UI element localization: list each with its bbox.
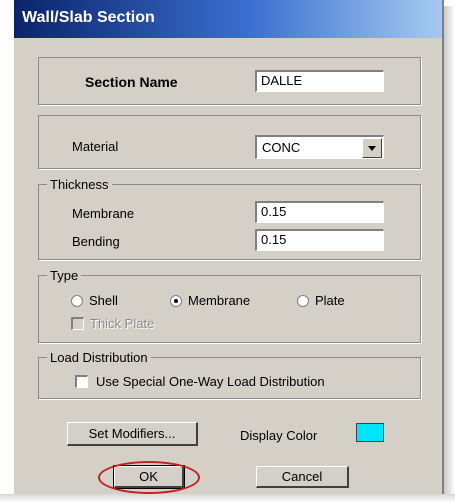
type-group: Type Shell Membrane Plate Thick Plate — [38, 268, 421, 343]
bending-thickness-input[interactable]: 0.15 — [255, 229, 384, 251]
wall-slab-section-dialog: Wall/Slab Section Section Name DALLE Mat… — [14, 0, 444, 494]
chevron-down-icon — [368, 146, 376, 151]
drop-shadow-bottom — [0, 494, 455, 503]
type-legend: Type — [47, 268, 82, 283]
membrane-radio-option[interactable]: Membrane — [162, 292, 257, 310]
display-color-swatch[interactable] — [356, 423, 384, 442]
membrane-thickness-input[interactable]: 0.15 — [255, 201, 384, 223]
display-color-label: Display Color — [240, 428, 318, 443]
load-distribution-legend: Load Distribution — [47, 350, 151, 365]
drop-shadow-right — [444, 6, 455, 503]
title-bar[interactable]: Wall/Slab Section — [14, 0, 442, 38]
plate-radio-label: Plate — [315, 293, 345, 308]
thickness-group: Thickness Membrane 0.15 Bending 0.15 — [38, 177, 421, 260]
material-selected-value: CONC — [262, 140, 301, 155]
window-title: Wall/Slab Section — [22, 9, 155, 26]
section-name-group: Section Name DALLE — [38, 57, 421, 105]
thick-plate-checkbox — [71, 317, 84, 330]
material-dropdown-button[interactable] — [362, 138, 382, 158]
plate-radio-option[interactable]: Plate — [289, 292, 369, 310]
set-modifiers-button[interactable]: Set Modifiers... — [67, 422, 198, 446]
material-select[interactable]: CONC — [255, 135, 384, 159]
material-label: Material — [72, 139, 119, 154]
one-way-load-option[interactable]: Use Special One-Way Load Distribution — [75, 373, 405, 391]
shell-radio-label: Shell — [89, 293, 118, 308]
plate-radio[interactable] — [297, 295, 309, 307]
membrane-radio-label: Membrane — [188, 293, 251, 308]
thick-plate-option: Thick Plate — [71, 315, 201, 333]
one-way-load-checkbox[interactable] — [75, 375, 88, 388]
membrane-thickness-label: Membrane — [72, 206, 135, 221]
radio-selected-dot — [174, 299, 178, 303]
load-distribution-group: Load Distribution Use Special One-Way Lo… — [38, 350, 421, 399]
section-name-label: Section Name — [85, 74, 178, 90]
material-group: Material CONC — [38, 115, 421, 169]
one-way-load-label: Use Special One-Way Load Distribution — [96, 374, 325, 389]
shell-radio[interactable] — [71, 295, 83, 307]
section-name-input[interactable]: DALLE — [255, 70, 384, 92]
bending-thickness-label: Bending — [72, 234, 120, 249]
cancel-button[interactable]: Cancel — [256, 466, 349, 488]
thickness-legend: Thickness — [47, 177, 112, 192]
thick-plate-label: Thick Plate — [90, 316, 155, 331]
highlight-annotation-oval — [98, 461, 200, 494]
shell-radio-option[interactable]: Shell — [63, 292, 138, 310]
membrane-radio[interactable] — [170, 295, 182, 307]
